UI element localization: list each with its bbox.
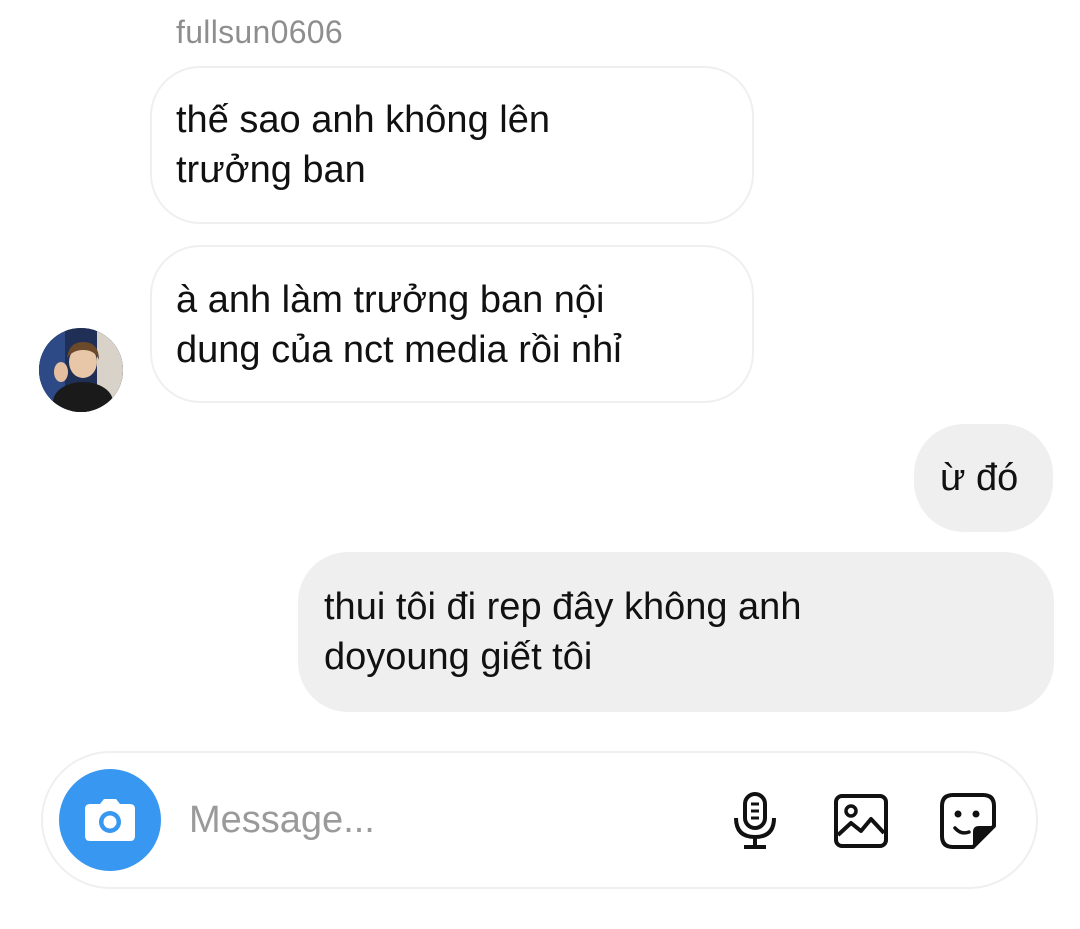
message-text-line: doyoung giết tôi (324, 636, 593, 678)
incoming-message-bubble[interactable]: thế sao anh không lên trưởng ban (150, 66, 754, 224)
message-text-line: ừ đó (940, 457, 1019, 499)
incoming-message-bubble[interactable]: à anh làm trưởng ban nội dung của nct me… (150, 245, 754, 403)
camera-button[interactable] (59, 769, 161, 871)
message-composer (41, 751, 1038, 889)
sticker-icon (940, 793, 996, 849)
camera-icon (85, 799, 135, 841)
sender-username[interactable]: fullsun0606 (176, 14, 343, 51)
avatar-photo (39, 328, 123, 412)
outgoing-message-bubble[interactable]: thui tôi đi rep đây không anh doyoung gi… (298, 552, 1054, 712)
message-text-line: à anh làm trưởng ban nội (176, 279, 605, 321)
message-input[interactable] (189, 789, 689, 851)
microphone-icon (734, 792, 776, 849)
message-text-line: dung của nct media rồi nhỉ (176, 329, 622, 371)
message-text-line: thế sao anh không lên (176, 99, 550, 141)
message-text-line: trưởng ban (176, 149, 366, 191)
outgoing-message-bubble[interactable]: ừ đó (914, 424, 1053, 532)
gallery-icon (834, 794, 888, 848)
sender-avatar[interactable] (39, 328, 123, 412)
sticker-button[interactable] (936, 789, 1000, 853)
gallery-button[interactable] (829, 789, 893, 853)
voice-message-button[interactable] (723, 789, 787, 853)
message-text-line: thui tôi đi rep đây không anh (324, 586, 802, 628)
